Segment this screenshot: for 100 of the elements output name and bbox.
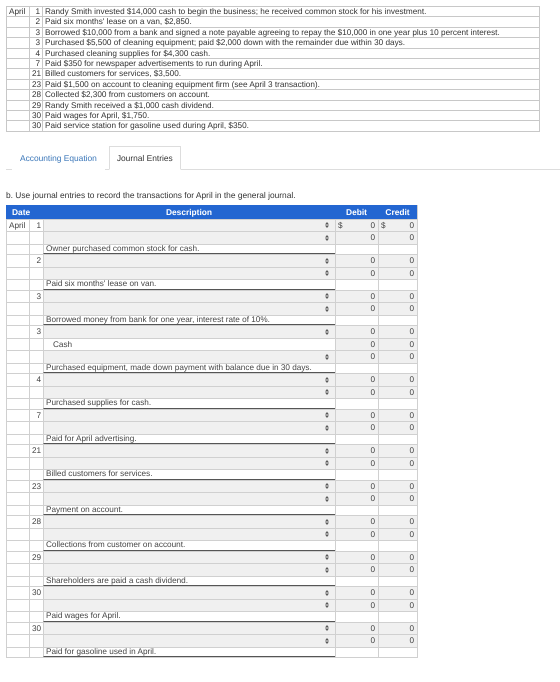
memo-text: Payment on account.	[43, 504, 335, 516]
amount-field[interactable]: 0	[335, 408, 378, 422]
amount-value: 0	[409, 352, 414, 362]
sort-caret-icon	[325, 518, 329, 525]
amount-value: 0	[370, 256, 375, 266]
amount-field[interactable]: 0	[378, 266, 417, 280]
amount-value: 0	[370, 233, 375, 242]
amount-field[interactable]: 0	[378, 325, 417, 338]
date-month-cell: April	[6, 218, 29, 232]
amount-field[interactable]: 0	[335, 290, 378, 302]
amount-field[interactable]: 0	[378, 302, 417, 315]
account-dropdown[interactable]	[43, 290, 335, 302]
currency-symbol: $	[338, 220, 343, 230]
amount-value: 0	[409, 256, 414, 266]
amount-field[interactable]: 0	[378, 338, 417, 350]
sort-caret-icon	[325, 389, 329, 396]
amount-field[interactable]: 0	[335, 231, 378, 244]
amount-value: 0	[370, 517, 375, 526]
account-dropdown[interactable]	[43, 622, 335, 634]
amount-field[interactable]: 0	[378, 598, 417, 612]
amount-field[interactable]: 0	[378, 350, 417, 363]
amount-value: 0	[370, 220, 375, 230]
amount-value: 0	[370, 268, 375, 278]
amount-field[interactable]: 0	[378, 290, 417, 302]
amount-field[interactable]: 0	[335, 492, 378, 505]
account-dropdown[interactable]	[43, 550, 335, 564]
amount-field[interactable]: 0	[378, 563, 417, 576]
amount-field[interactable]: 0	[378, 515, 417, 528]
amount-field[interactable]: 0	[335, 254, 378, 267]
amount-value: 0	[370, 600, 375, 610]
amount-value: 0	[370, 482, 375, 491]
table-cell	[6, 434, 29, 444]
amount-field[interactable]: 0	[335, 444, 378, 457]
amount-value: 0	[370, 636, 375, 646]
amount-field[interactable]: 0	[335, 528, 378, 540]
day-cell: 2	[29, 17, 42, 28]
memo-text: Purchased equipment, made down payment with balance due in 30 days.	[43, 362, 335, 374]
amount-field[interactable]: 0	[378, 586, 417, 599]
amount-field[interactable]: 0	[378, 528, 417, 540]
amount-field[interactable]: 0	[335, 456, 378, 470]
table-cell	[6, 386, 29, 398]
amount-value: 0	[370, 446, 375, 456]
amount-field[interactable]: 0	[378, 456, 417, 470]
amount-field[interactable]: 0	[335, 325, 378, 338]
amount-value: 0	[409, 530, 414, 539]
amount-field[interactable]: 0	[378, 444, 417, 457]
sort-caret-icon	[325, 270, 329, 276]
amount-field[interactable]: 0	[335, 563, 378, 576]
amount-field[interactable]: 0	[378, 480, 417, 492]
day-cell: 30	[29, 121, 42, 132]
amount-field[interactable]: 0	[378, 421, 417, 434]
date-day-cell: 3	[29, 325, 43, 338]
day-cell: 3	[29, 28, 42, 38]
sort-caret-icon	[325, 354, 329, 360]
column-header: Description	[43, 204, 335, 219]
table-cell	[6, 634, 29, 647]
amount-field[interactable]: 0	[378, 408, 417, 422]
amount-field[interactable]: $ 0	[335, 218, 378, 232]
amount-field[interactable]: 0	[335, 550, 378, 564]
amount-field[interactable]: $ 0	[378, 218, 417, 232]
amount-value: 0	[370, 588, 375, 598]
account-dropdown[interactable]	[43, 408, 335, 422]
amount-field[interactable]: 0	[335, 350, 378, 363]
account-dropdown[interactable]	[43, 218, 335, 232]
amount-field[interactable]: 0	[335, 586, 378, 599]
amount-field[interactable]: 0	[378, 622, 417, 634]
amount-value: 0	[409, 233, 414, 242]
transaction-text: Borrowed $10,000 from a bank and signed a note payable agreeing to repay the $10,000 in one year plus 10 percent interest.	[42, 28, 539, 38]
transaction-text: Paid service station for gasoline used during April, $350.	[42, 121, 539, 132]
amount-field[interactable]: 0	[378, 254, 417, 267]
instruction-text: b. Use journal entries to record the transactions for April in the general journal.	[6, 190, 297, 200]
amount-field[interactable]: 0	[335, 480, 378, 492]
amount-field[interactable]: 0	[335, 421, 378, 434]
amount-value: 0	[409, 588, 414, 598]
amount-field[interactable]: 0	[378, 373, 417, 386]
account-dropdown[interactable]	[43, 480, 335, 492]
amount-field[interactable]: 0	[335, 338, 378, 350]
day-cell: 3	[29, 38, 42, 49]
amount-field[interactable]: 0	[378, 634, 417, 647]
amount-field[interactable]: 0	[335, 302, 378, 315]
amount-field[interactable]: 0	[335, 598, 378, 612]
sort-caret-icon	[325, 293, 329, 300]
table-cell	[6, 279, 29, 290]
tab[interactable]: Journal Entries	[108, 146, 181, 170]
amount-field[interactable]: 0	[378, 386, 417, 398]
amount-field[interactable]: 0	[378, 492, 417, 505]
amount-field[interactable]: 0	[335, 634, 378, 647]
amount-field[interactable]: 0	[335, 373, 378, 386]
amount-field[interactable]: 0	[378, 550, 417, 564]
amount-value: 0	[409, 482, 414, 491]
amount-field[interactable]: 0	[335, 622, 378, 634]
column-header: Date	[6, 204, 43, 219]
amount-field[interactable]: 0	[378, 231, 417, 244]
amount-field[interactable]: 0	[335, 266, 378, 280]
date-day-cell: 23	[29, 480, 43, 492]
amount-field[interactable]: 0	[335, 386, 378, 398]
transaction-text: Paid $1,500 on account to cleaning equipment firm (see April 3 transaction).	[42, 80, 539, 90]
date-day-cell: 3	[29, 290, 43, 302]
amount-field[interactable]: 0	[335, 515, 378, 528]
table-cell	[6, 266, 29, 280]
